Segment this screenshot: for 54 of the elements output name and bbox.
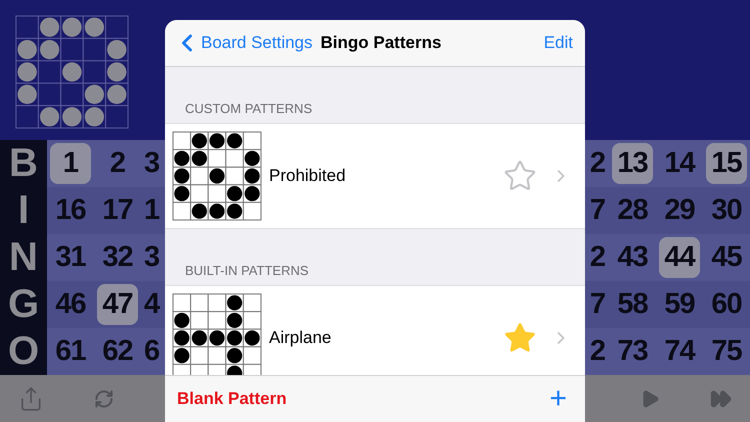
bingo-number: 46 bbox=[55, 288, 86, 321]
bingo-number: 60 bbox=[711, 288, 742, 321]
bingo-number: 4 bbox=[144, 288, 160, 321]
bingo-number: 17 bbox=[102, 194, 133, 227]
bingo-number: 13 bbox=[612, 143, 653, 184]
bingo-number: 2 bbox=[590, 335, 606, 368]
bingo-number: 61 bbox=[55, 335, 86, 368]
bingo-number: 1 bbox=[144, 194, 160, 227]
bingo-number: 32 bbox=[102, 241, 133, 274]
bingo-letter: O bbox=[0, 328, 47, 375]
bingo-number: 58 bbox=[617, 288, 648, 321]
bingo-number: 2 bbox=[590, 241, 606, 274]
section-header: BUILT-IN PATTERNS bbox=[184, 262, 310, 280]
bingo-number: 74 bbox=[664, 335, 695, 368]
bingo-letter: N bbox=[0, 234, 47, 281]
bingo-number: 29 bbox=[664, 194, 695, 227]
bingo-number: 31 bbox=[55, 241, 86, 274]
edit-button[interactable]: Edit bbox=[544, 33, 573, 53]
bingo-number: 3 bbox=[144, 241, 160, 274]
bingo-number: 15 bbox=[706, 143, 747, 184]
add-button[interactable]: + bbox=[549, 384, 567, 414]
bingo-number: 7 bbox=[590, 194, 606, 227]
pattern-name: Prohibited bbox=[269, 166, 346, 186]
bingo-number: 45 bbox=[711, 241, 742, 274]
blank-pattern-button[interactable]: Blank Pattern bbox=[177, 389, 287, 409]
bingo-number: 2 bbox=[590, 147, 606, 180]
bingo-number: 73 bbox=[617, 335, 648, 368]
section-header: CUSTOM PATTERNS bbox=[184, 100, 314, 118]
screen-title: Bingo Patterns bbox=[320, 33, 442, 53]
fast-forward-icon[interactable] bbox=[710, 388, 732, 410]
bingo-number: 59 bbox=[664, 288, 695, 321]
bingo-number: 3 bbox=[144, 147, 160, 180]
bingo-number: 6 bbox=[144, 335, 160, 368]
back-button[interactable]: Board Settings bbox=[173, 29, 313, 57]
bingo-number: 16 bbox=[55, 194, 86, 227]
pattern-name: Airplane bbox=[269, 328, 332, 348]
bingo-letter: I bbox=[0, 187, 47, 234]
bingo-letter: G bbox=[0, 281, 47, 328]
pattern-row[interactable]: Prohibited bbox=[165, 123, 585, 229]
bingo-number: 44 bbox=[659, 237, 700, 278]
bingo-number: 7 bbox=[590, 288, 606, 321]
bingo-number: 28 bbox=[617, 194, 648, 227]
bingo-number: 75 bbox=[711, 335, 742, 368]
bingo-number: 2 bbox=[110, 147, 126, 180]
bingo-number: 14 bbox=[664, 147, 695, 180]
bingo-number: 1 bbox=[50, 143, 91, 184]
bingo-letter: B bbox=[0, 140, 47, 187]
pattern-row[interactable]: Airplane bbox=[165, 285, 585, 375]
refresh-icon[interactable] bbox=[94, 388, 114, 408]
bingo-number: 43 bbox=[617, 241, 648, 274]
bingo-number: 30 bbox=[711, 194, 742, 227]
star-icon[interactable] bbox=[503, 159, 537, 193]
bingo-number: 62 bbox=[102, 335, 133, 368]
bingo-number: 47 bbox=[97, 284, 138, 325]
